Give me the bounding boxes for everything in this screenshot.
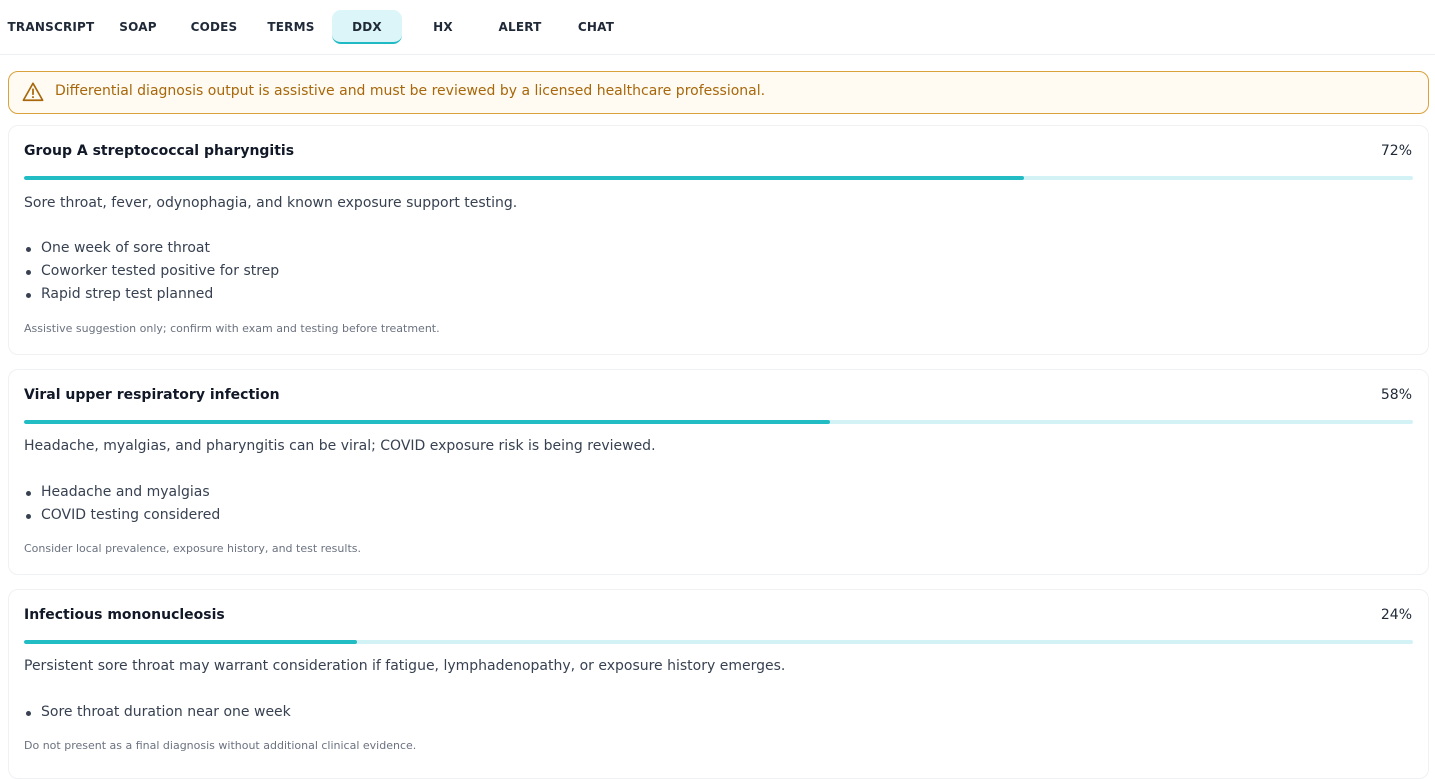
tab-bar: TRANSCRIPT SOAP CODES TERMS DDX HX ALERT… bbox=[0, 0, 1435, 55]
ddx-card: Viral upper respiratory infection 58% He… bbox=[8, 369, 1429, 575]
diagnosis-summary: Persistent sore throat may warrant consi… bbox=[24, 658, 786, 674]
tab-alert[interactable]: ALERT bbox=[486, 10, 554, 44]
evidence-list: Headache and myalgias COVID testing cons… bbox=[24, 481, 220, 527]
probability-percent: 24% bbox=[1380, 607, 1412, 623]
evidence-item: Rapid strep test planned bbox=[24, 283, 279, 306]
evidence-list: One week of sore throat Coworker tested … bbox=[24, 237, 279, 306]
evidence-list: Sore throat duration near one week bbox=[24, 701, 291, 724]
diagnosis-note: Do not present as a final diagnosis with… bbox=[24, 739, 417, 752]
alert-text: Differential diagnosis output is assisti… bbox=[55, 83, 766, 99]
probability-percent: 72% bbox=[1380, 143, 1412, 159]
ddx-card: Group A streptococcal pharyngitis 72% So… bbox=[8, 125, 1429, 355]
probability-bar bbox=[24, 176, 1413, 180]
ddx-card: Infectious mononucleosis 24% Persistent … bbox=[8, 589, 1429, 779]
probability-bar bbox=[24, 640, 1413, 644]
tab-ddx[interactable]: DDX bbox=[332, 10, 402, 44]
evidence-item: COVID testing considered bbox=[24, 504, 220, 527]
diagnosis-note: Assistive suggestion only; confirm with … bbox=[24, 322, 440, 335]
tab-transcript[interactable]: TRANSCRIPT bbox=[4, 10, 98, 44]
diagnosis-title: Viral upper respiratory infection bbox=[24, 387, 280, 403]
evidence-item: One week of sore throat bbox=[24, 237, 279, 260]
probability-bar bbox=[24, 420, 1413, 424]
probability-bar-fill bbox=[24, 176, 1025, 180]
disclaimer-alert: Differential diagnosis output is assisti… bbox=[8, 71, 1429, 114]
probability-percent: 58% bbox=[1380, 387, 1412, 403]
tab-codes[interactable]: CODES bbox=[180, 10, 248, 44]
probability-bar-fill bbox=[24, 640, 358, 644]
evidence-item: Headache and myalgias bbox=[24, 481, 220, 504]
tab-soap[interactable]: SOAP bbox=[108, 10, 168, 44]
diagnosis-title: Infectious mononucleosis bbox=[24, 607, 225, 623]
probability-bar-fill bbox=[24, 420, 830, 424]
diagnosis-summary: Sore throat, fever, odynophagia, and kno… bbox=[24, 195, 518, 211]
tab-hx[interactable]: HX bbox=[410, 10, 476, 44]
diagnosis-title: Group A streptococcal pharyngitis bbox=[24, 143, 295, 159]
evidence-item: Coworker tested positive for strep bbox=[24, 260, 279, 283]
tab-terms[interactable]: TERMS bbox=[256, 10, 326, 44]
tab-chat[interactable]: CHAT bbox=[562, 10, 630, 44]
diagnosis-note: Consider local prevalence, exposure hist… bbox=[24, 542, 361, 555]
diagnosis-summary: Headache, myalgias, and pharyngitis can … bbox=[24, 438, 656, 454]
warning-triangle-icon bbox=[22, 82, 44, 102]
evidence-item: Sore throat duration near one week bbox=[24, 701, 291, 724]
